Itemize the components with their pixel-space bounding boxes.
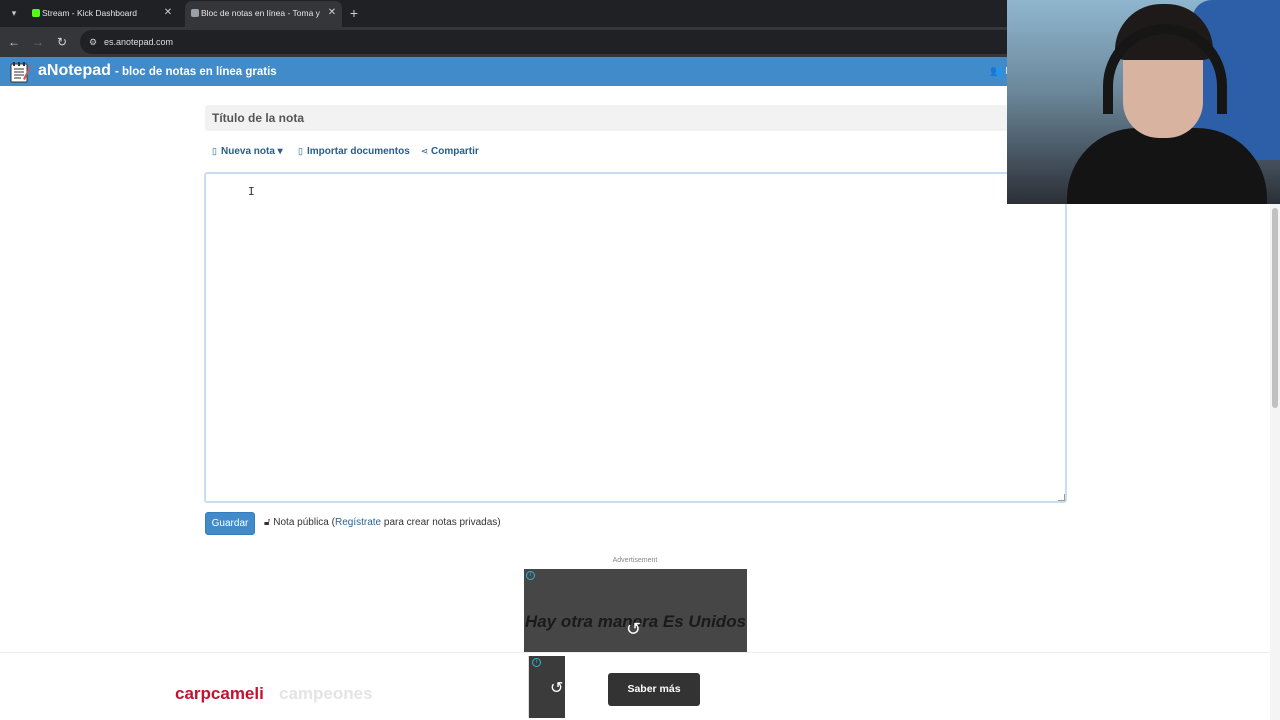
ad-cta-panel[interactable]: i ↺ Saber más bbox=[528, 656, 742, 718]
share-icon: ⋖ bbox=[420, 146, 429, 156]
footer-ad-brand[interactable]: carpcameli bbox=[175, 684, 264, 704]
public-note-suffix: para crear notas privadas) bbox=[381, 517, 501, 528]
webcam-overlay bbox=[1007, 0, 1280, 204]
share-button[interactable]: ⋖ Compartir bbox=[420, 144, 479, 159]
file-icon: ▯ bbox=[298, 146, 303, 156]
ad-info-icon[interactable]: i bbox=[526, 571, 535, 580]
tab-title: Bloc de notas en línea - Toma y bbox=[201, 8, 320, 18]
close-tab-icon[interactable]: ✕ bbox=[326, 1, 338, 25]
site-tagline: - bloc de notas en línea gratis bbox=[115, 66, 277, 78]
public-note-info: 🔓︎ Nota pública (Regístrate para crear n… bbox=[264, 516, 501, 529]
tab-kick-dashboard[interactable]: Stream - Kick Dashboard ✕ bbox=[26, 1, 178, 27]
ad-info-icon[interactable]: i bbox=[532, 658, 541, 667]
note-body-textarea[interactable] bbox=[204, 172, 1067, 503]
kick-favicon-icon bbox=[32, 9, 40, 17]
url-text[interactable]: es.anotepad.com bbox=[104, 30, 173, 54]
public-note-prefix: Nota pública ( bbox=[273, 517, 335, 528]
unlock-icon: 🔓︎ bbox=[264, 517, 271, 528]
save-button[interactable]: Guardar bbox=[205, 512, 255, 535]
scrollbar-thumb[interactable] bbox=[1272, 208, 1278, 408]
text-cursor-icon: I bbox=[248, 185, 255, 198]
site-brand[interactable]: aNotepad bbox=[38, 61, 111, 81]
tab-anotepad[interactable]: Bloc de notas en línea - Toma y ✕ bbox=[185, 1, 342, 27]
new-tab-plus-icon[interactable]: + bbox=[346, 4, 362, 22]
footer-ad-brand-secondary: campeones bbox=[279, 684, 373, 703]
reload-icon[interactable]: ↻ bbox=[54, 33, 70, 51]
import-documents-button[interactable]: ▯ Importar documentos bbox=[296, 144, 410, 159]
advertisement-label: Advertisement bbox=[612, 557, 658, 564]
forward-arrow-icon[interactable]: → bbox=[30, 33, 46, 51]
new-note-dropdown[interactable]: ▯ Nueva nota ▾ bbox=[210, 144, 283, 159]
learn-more-button[interactable]: Saber más bbox=[608, 673, 700, 706]
import-documents-label: Importar documentos bbox=[307, 146, 410, 157]
document-icon: ▯ bbox=[212, 146, 217, 156]
register-link[interactable]: Regístrate bbox=[335, 517, 381, 528]
share-label: Compartir bbox=[431, 146, 479, 157]
tab-title: Stream - Kick Dashboard bbox=[42, 8, 137, 18]
ad-thumbnail[interactable]: i ↺ bbox=[529, 656, 565, 718]
note-title-input[interactable] bbox=[205, 105, 1065, 131]
replay-icon[interactable]: ↺ bbox=[626, 620, 641, 638]
new-note-label: Nueva nota bbox=[221, 146, 275, 157]
close-tab-icon[interactable]: ✕ bbox=[162, 1, 174, 25]
replay-icon[interactable]: ↺ bbox=[550, 678, 563, 698]
resize-handle-icon[interactable] bbox=[1058, 494, 1065, 501]
caret-down-icon: ▾ bbox=[274, 146, 283, 157]
page-scrollbar[interactable] bbox=[1270, 204, 1280, 720]
back-arrow-icon[interactable]: ← bbox=[6, 33, 22, 51]
tab-search-chevron-icon[interactable]: ▾ bbox=[5, 5, 23, 22]
user-menu[interactable]: 👥 I bbox=[990, 65, 1008, 79]
anotepad-favicon-icon bbox=[191, 9, 199, 17]
notepad-logo-icon[interactable] bbox=[9, 61, 31, 83]
site-info-icon[interactable]: ⚙ bbox=[88, 35, 98, 49]
